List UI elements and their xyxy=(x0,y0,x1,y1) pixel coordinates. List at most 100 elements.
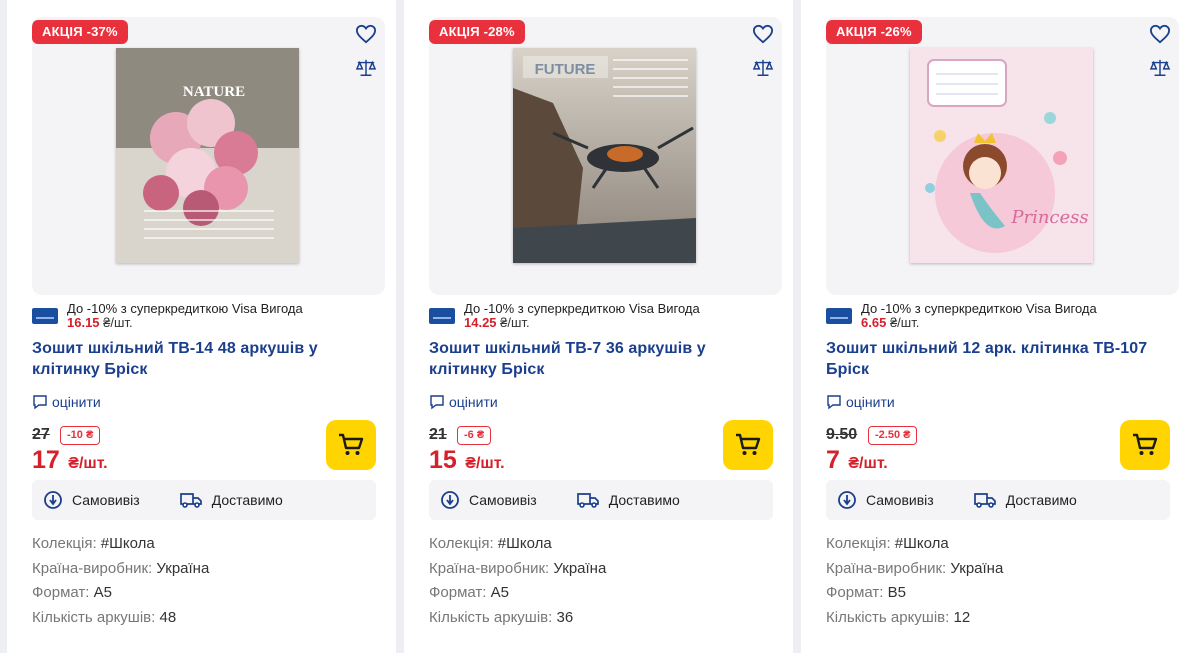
spec-value: Україна xyxy=(156,559,210,577)
add-to-cart-button[interactable] xyxy=(326,420,376,470)
pickup-option[interactable]: Самовивіз xyxy=(44,490,140,510)
visa-price: 6.65 xyxy=(861,315,887,330)
current-price: 17 xyxy=(32,446,60,474)
product-image: NATURE xyxy=(116,48,299,263)
cover-title: FUTURE xyxy=(535,61,596,78)
product-image-area[interactable]: АКЦІЯ -26% Princess xyxy=(826,17,1179,295)
price-block: 27 -10 ₴ 17 ₴/шт. xyxy=(32,418,376,480)
product-title[interactable]: Зошит шкільний ТВ-7 36 аркушів у клітинк… xyxy=(429,338,773,382)
price-block: 21 -6 ₴ 15 ₴/шт. xyxy=(429,418,773,480)
scales-icon[interactable] xyxy=(750,55,776,81)
old-price: 21 xyxy=(429,426,447,443)
price-unit: ₴/шт. xyxy=(848,455,888,472)
product-specs: Колекція: #Школа Країна-виробник: Україн… xyxy=(32,532,376,630)
discount-badge: -2.50 ₴ xyxy=(868,426,918,445)
cover-title: NATURE xyxy=(183,84,245,100)
spec-label: Колекція: xyxy=(32,535,97,552)
sale-badge: АКЦІЯ -28% xyxy=(429,20,525,44)
product-grid: АКЦІЯ -37% NATURE До -10% з суперкредитк… xyxy=(0,0,1187,653)
delivery-label: Доставимо xyxy=(211,492,283,508)
product-image: FUTURE xyxy=(513,48,696,263)
add-to-cart-button[interactable] xyxy=(1120,420,1170,470)
rate-link[interactable]: оцінити xyxy=(826,392,1170,412)
visa-promo: До -10% з суперкредиткою Visa Вигода 6.6… xyxy=(826,302,1170,332)
delivery-option[interactable]: Доставимо xyxy=(576,492,680,508)
sale-badge: АКЦІЯ -37% xyxy=(32,20,128,44)
add-to-cart-button[interactable] xyxy=(723,420,773,470)
product-image-area[interactable]: АКЦІЯ -28% FUTURE xyxy=(429,17,782,295)
old-price: 27 xyxy=(32,426,50,443)
truck-icon xyxy=(576,493,599,508)
delivery-options: Самовивіз Доставимо xyxy=(429,480,773,520)
product-specs: Колекція: #Школа Країна-виробник: Україн… xyxy=(429,532,773,630)
spec-row: Колекція: #Школа xyxy=(32,532,376,557)
cart-icon xyxy=(736,433,761,455)
price-unit: ₴/шт. xyxy=(68,455,108,472)
spec-value: #Школа xyxy=(497,535,552,552)
visa-price: 16.15 xyxy=(67,315,100,330)
pickup-label: Самовивіз xyxy=(866,492,934,508)
cart-icon xyxy=(1133,433,1158,455)
rate-label: оцінити xyxy=(52,394,101,410)
product-title[interactable]: Зошит шкільний 12 арк. клітинка ТВ-107 Б… xyxy=(826,338,1170,382)
spec-row: Формат: А5 xyxy=(429,581,773,606)
visa-promo-text: До -10% з суперкредиткою Visa Вигода xyxy=(464,301,700,316)
pickup-option[interactable]: Самовивіз xyxy=(838,490,934,510)
rate-label: оцінити xyxy=(846,394,895,410)
location-pin-icon xyxy=(441,491,459,509)
spec-value: 48 xyxy=(159,608,177,626)
discount-badge: -10 ₴ xyxy=(60,426,101,445)
scales-icon[interactable] xyxy=(1147,55,1173,81)
comment-icon xyxy=(826,394,842,410)
truck-icon xyxy=(973,493,996,508)
heart-icon[interactable] xyxy=(1147,21,1173,47)
visa-promo: До -10% з суперкредиткою Visa Вигода 16.… xyxy=(32,302,376,332)
heart-icon[interactable] xyxy=(353,21,379,47)
spec-row: Кількість аркушів: 12 xyxy=(826,606,1170,631)
spec-value: Україна xyxy=(950,559,1004,577)
discount-badge: -6 ₴ xyxy=(457,426,492,445)
delivery-label: Доставимо xyxy=(1005,492,1077,508)
product-card: АКЦІЯ -28% FUTURE До -10% з суперкредитк… xyxy=(404,0,793,653)
spec-row: Країна-виробник: Україна xyxy=(826,557,1170,582)
spec-label: Колекція: xyxy=(429,535,494,552)
scales-icon[interactable] xyxy=(353,55,379,81)
spec-value: 12 xyxy=(953,608,971,626)
price-unit: ₴/шт. xyxy=(465,455,505,472)
visa-card-icon xyxy=(429,308,455,324)
rate-link[interactable]: оцінити xyxy=(429,392,773,412)
visa-card-icon xyxy=(826,308,852,324)
spec-value: А5 xyxy=(93,584,112,601)
heart-icon[interactable] xyxy=(750,21,776,47)
truck-icon xyxy=(179,493,202,508)
spec-value: #Школа xyxy=(100,535,155,552)
rate-label: оцінити xyxy=(449,394,498,410)
visa-promo-text: До -10% з суперкредиткою Visa Вигода xyxy=(67,301,303,316)
spec-label: Кількість аркушів: xyxy=(826,608,950,626)
current-price: 15 xyxy=(429,446,457,474)
cart-icon xyxy=(339,433,364,455)
spec-label: Формат: xyxy=(429,584,487,601)
visa-price-unit: ₴/шт. xyxy=(103,315,133,330)
spec-label: Країна-виробник: xyxy=(826,559,947,577)
current-price: 7 xyxy=(826,446,840,474)
product-image-area[interactable]: АКЦІЯ -37% NATURE xyxy=(32,17,385,295)
spec-value: В5 xyxy=(887,584,906,601)
visa-price-unit: ₴/шт. xyxy=(889,315,920,330)
spec-label: Колекція: xyxy=(826,535,891,552)
delivery-option[interactable]: Доставимо xyxy=(179,492,283,508)
spec-row: Колекція: #Школа xyxy=(429,532,773,557)
pickup-option[interactable]: Самовивіз xyxy=(441,490,537,510)
spec-value: А5 xyxy=(490,584,509,601)
delivery-option[interactable]: Доставимо xyxy=(973,492,1077,508)
product-title[interactable]: Зошит шкільний ТВ-14 48 аркушів у клітин… xyxy=(32,338,376,382)
delivery-label: Доставимо xyxy=(608,492,680,508)
spec-label: Кількість аркушів: xyxy=(32,608,156,626)
pickup-label: Самовивіз xyxy=(72,492,140,508)
spec-row: Країна-виробник: Україна xyxy=(32,557,376,582)
delivery-options: Самовивіз Доставимо xyxy=(826,480,1170,520)
spec-row: Кількість аркушів: 36 xyxy=(429,606,773,631)
visa-price: 14.25 xyxy=(464,315,497,330)
product-card: АКЦІЯ -37% NATURE До -10% з суперкредитк… xyxy=(7,0,396,653)
rate-link[interactable]: оцінити xyxy=(32,392,376,412)
